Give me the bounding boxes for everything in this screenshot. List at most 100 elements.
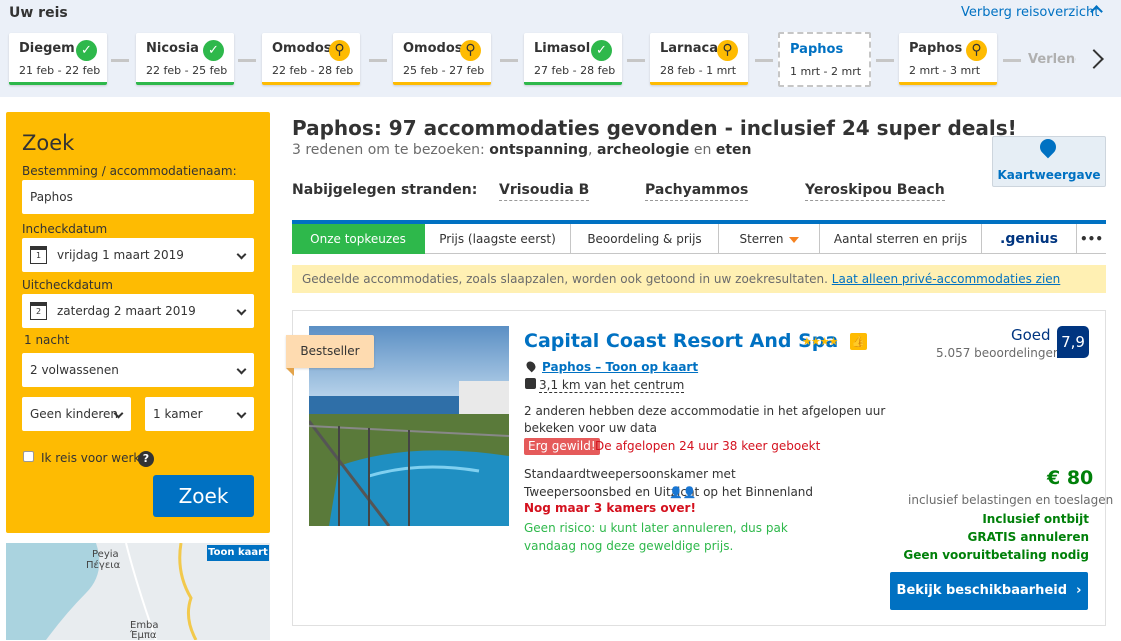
destination-label: Bestemming / accommodatienaam: xyxy=(22,164,237,178)
checkmark-icon: ✓ xyxy=(591,40,612,61)
tab-stars[interactable]: Sterren xyxy=(719,224,820,254)
review-word[interactable]: Goed xyxy=(1011,326,1051,344)
chevron-down-icon xyxy=(236,305,247,316)
destination-input[interactable]: Paphos xyxy=(22,180,254,214)
trip-connector xyxy=(755,59,773,62)
trip-stop-larnaca[interactable]: Larnaca 28 feb - 1 mrt ⚲ xyxy=(650,33,748,85)
bestseller-ribbon: Bestseller xyxy=(286,335,374,368)
review-count[interactable]: 5.057 beoordelingen xyxy=(936,346,1060,360)
notice-text: Gedeelde accommodaties, zoals slaapzalen… xyxy=(302,272,828,286)
reasons-intro: 3 redenen om te bezoeken: xyxy=(292,142,485,158)
search-icon: ⚲ xyxy=(717,40,738,61)
map-place-label: Πέγεια xyxy=(86,560,121,571)
map-place-label: Έμπα xyxy=(130,630,157,641)
trip-stop-paphos[interactable]: Paphos 2 mrt - 3 mrt ⚲ xyxy=(899,33,997,85)
perk-breakfast: Inclusief ontbijt xyxy=(982,512,1089,526)
ribbon-fold xyxy=(286,368,294,376)
recently-viewed-text: 2 anderen hebben deze accommodatie in he… xyxy=(524,404,886,435)
popular-badge: Erg gewild! xyxy=(524,438,600,455)
trip-stop-dates: 22 feb - 28 feb xyxy=(272,64,354,77)
adults-value: 2 volwassenen xyxy=(30,363,119,377)
trip-stop-limasol[interactable]: Limasol 27 feb - 28 feb ✓ xyxy=(524,33,622,85)
search-icon: ⚲ xyxy=(966,40,987,61)
trip-stop-name: Diegem xyxy=(19,41,75,56)
trip-stop-dates: 1 mrt - 2 mrt xyxy=(790,65,862,78)
trip-stop-omodos[interactable]: Omodos 22 feb - 28 feb ⚲ xyxy=(262,33,360,85)
beach-link[interactable]: Pachyammos xyxy=(645,182,749,201)
hide-trip-link[interactable]: Verberg reisoverzicht xyxy=(961,5,1099,20)
trip-stop-name: Nicosia xyxy=(146,41,199,56)
trip-connector xyxy=(1003,59,1021,62)
calendar-icon: 1 xyxy=(30,246,47,264)
price-note: inclusief belastingen en toeslagen xyxy=(908,493,1114,507)
results-heading: Paphos: 97 accommodaties gevonden - incl… xyxy=(292,116,1017,140)
chevron-down-icon xyxy=(236,364,247,375)
reason: archeologie xyxy=(596,142,690,158)
review-score-badge[interactable]: 7,9 xyxy=(1057,326,1089,358)
more-options-icon[interactable]: ••• xyxy=(1077,224,1106,254)
booked-count-text: De afgelopen 24 uur 38 keer geboekt xyxy=(595,439,821,453)
nights-count: 1 nacht xyxy=(24,333,70,347)
shared-accommodation-notice: Gedeelde accommodaties, zoals slaapzalen… xyxy=(292,265,1106,293)
visit-reasons: 3 redenen om te bezoeken: ontspanning, a… xyxy=(292,142,751,158)
beach-link[interactable]: Vrisoudia B xyxy=(499,182,590,201)
trip-connector xyxy=(369,59,387,62)
trip-stop-dates: 25 feb - 27 feb xyxy=(403,64,485,77)
trip-title: Uw reis xyxy=(9,5,68,21)
beach-link[interactable]: Yeroskipou Beach xyxy=(805,182,945,201)
perk-free-cancel: GRATIS annuleren xyxy=(967,530,1090,544)
trip-stop-paphos-current[interactable]: Paphos 1 mrt - 2 mrt xyxy=(778,32,871,87)
chevron-down-icon xyxy=(236,249,247,260)
tab-rating-price[interactable]: Beoordeling & prijs xyxy=(571,224,719,254)
trip-stop-dates: 21 feb - 22 feb xyxy=(19,64,101,77)
triangle-down-icon xyxy=(788,236,799,243)
help-icon[interactable]: ? xyxy=(138,451,154,467)
trip-stop-name: Paphos xyxy=(790,42,844,57)
checkin-date-field[interactable]: 1 vrijdag 1 maart 2019 xyxy=(22,238,254,272)
check-availability-button[interactable]: Bekijk beschikbaarheid › xyxy=(890,572,1088,610)
children-select[interactable]: Geen kinderen xyxy=(22,397,131,431)
extend-trip-link[interactable]: Verleng xyxy=(1028,52,1076,67)
no-risk-text: Geen risico: u kunt later annuleren, dus… xyxy=(524,521,788,553)
trip-stop-omodos-2[interactable]: Omodos 25 feb - 27 feb ⚲ xyxy=(393,33,491,85)
show-map-button[interactable]: Toon kaart xyxy=(207,545,269,561)
rooms-left-warning: Nog maar 3 kamers over! xyxy=(524,501,696,515)
trip-stop-nicosia[interactable]: Nicosia 22 feb - 25 feb ✓ xyxy=(136,33,234,85)
tab-price-lowest[interactable]: Prijs (laagste eerst) xyxy=(425,224,571,254)
tab-stars-price[interactable]: Aantal sterren en prijs xyxy=(820,224,982,254)
show-on-map-link[interactable]: Paphos – Toon op kaart xyxy=(542,360,698,374)
search-icon: ⚲ xyxy=(329,40,350,61)
map-place-label: Peyia xyxy=(92,549,119,560)
chevron-right-icon: › xyxy=(1076,583,1082,598)
trip-connector xyxy=(627,59,645,62)
map-view-label[interactable]: Kaartweergave xyxy=(992,168,1106,182)
trip-stop-name: Larnaca xyxy=(660,41,718,56)
tab-top-picks[interactable]: Onze topkeuzes xyxy=(292,224,425,254)
work-travel-checkbox[interactable] xyxy=(23,451,34,462)
persons-icon: 👤👤 xyxy=(669,486,697,499)
trip-stop-name: Limasol xyxy=(534,41,591,56)
checkin-value: vrijdag 1 maart 2019 xyxy=(57,248,184,262)
adults-select[interactable]: 2 volwassenen xyxy=(22,353,254,387)
distance-text: 3,1 km van het centrum xyxy=(539,378,685,393)
reason-separator: en xyxy=(693,142,712,158)
tab-genius[interactable]: .genius xyxy=(982,224,1077,254)
price: € 80 xyxy=(1047,467,1094,489)
distance-icon xyxy=(525,378,536,389)
trip-stop-diegem[interactable]: Diegem 21 feb - 22 feb ✓ xyxy=(9,33,107,85)
hotel-name-link[interactable]: Capital Coast Resort And Spa xyxy=(524,330,838,352)
checkmark-icon: ✓ xyxy=(203,40,224,61)
calendar-icon: 2 xyxy=(30,302,47,320)
rooms-value: 1 kamer xyxy=(153,407,203,421)
beaches-label: Nabijgelegen stranden: xyxy=(292,182,478,198)
trip-connector xyxy=(238,59,256,62)
trip-connector xyxy=(876,59,894,62)
trip-stop-name: Paphos xyxy=(909,41,963,56)
rooms-select[interactable]: 1 kamer xyxy=(145,397,254,431)
checkout-date-field[interactable]: 2 zaterdag 2 maart 2019 xyxy=(22,294,254,328)
trip-stop-name: Omodos xyxy=(403,41,463,56)
search-button[interactable]: Zoek xyxy=(153,475,254,517)
work-travel-label: Ik reis voor werk xyxy=(41,451,141,465)
perk-no-prepayment: Geen vooruitbetaling nodig xyxy=(903,548,1089,562)
private-only-link[interactable]: Laat alleen privé-accommodaties zien xyxy=(832,272,1061,286)
